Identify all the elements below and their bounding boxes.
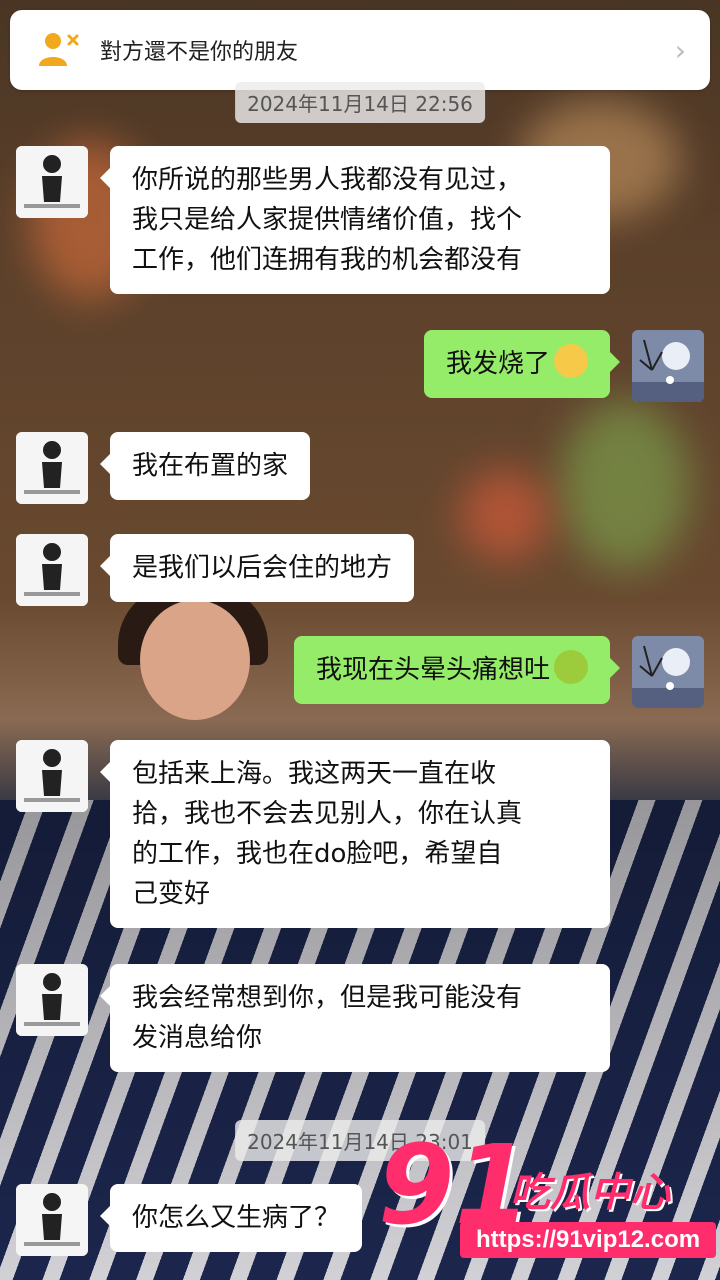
my-avatar[interactable] <box>632 330 704 402</box>
message-text: 我发烧了 <box>445 349 550 379</box>
contact-avatar[interactable] <box>16 964 88 1036</box>
contact-avatar[interactable] <box>16 1184 88 1256</box>
chevron-right-icon: › <box>674 33 686 67</box>
message-bubble-incoming[interactable]: 包括来上海。我这两天一直在收 拾，我也不会去见别人，你在认真 的工作，我也在do… <box>100 740 610 928</box>
message-bubble-outgoing[interactable]: 我发烧了 <box>423 330 621 398</box>
timestamp: 2024年11月14日 22:56 <box>235 82 485 123</box>
contact-avatar[interactable] <box>16 146 88 218</box>
person-not-friend-icon <box>36 28 80 72</box>
message-bubble-incoming[interactable]: 是我们以后会住的地方 <box>99 534 415 602</box>
message-text: 我现在头晕头痛想吐 <box>315 655 550 685</box>
sick-face-emoji <box>554 344 588 378</box>
contact-avatar[interactable] <box>16 534 88 606</box>
message-bubble-incoming[interactable]: 你所说的那些男人我都没有见过， 我只是给人家提供情绪价值，找个 工作，他们连拥有… <box>100 146 610 294</box>
message-bubble-incoming[interactable]: 我会经常想到你，但是我可能没有 发消息给你 <box>100 964 610 1072</box>
site-watermark: 91 吃瓜中心 https://91vip12.com <box>378 1130 717 1270</box>
contact-avatar[interactable] <box>16 432 88 504</box>
my-avatar[interactable] <box>632 636 704 708</box>
watermark-name: 吃瓜中心 <box>510 1170 670 1216</box>
stranger-notice-bar[interactable]: 對方還不是你的朋友 › <box>10 10 710 90</box>
nauseated-face-emoji <box>554 650 588 684</box>
message-bubble-incoming[interactable]: 我在布置的家 <box>99 432 311 500</box>
watermark-url: https://91vip12.com <box>460 1222 717 1258</box>
contact-avatar[interactable] <box>16 740 88 812</box>
stranger-notice-text: 對方還不是你的朋友 <box>100 40 299 65</box>
message-bubble-incoming[interactable]: 你怎么又生病了？ <box>99 1184 363 1252</box>
message-bubble-outgoing[interactable]: 我现在头晕头痛想吐 <box>293 636 621 704</box>
